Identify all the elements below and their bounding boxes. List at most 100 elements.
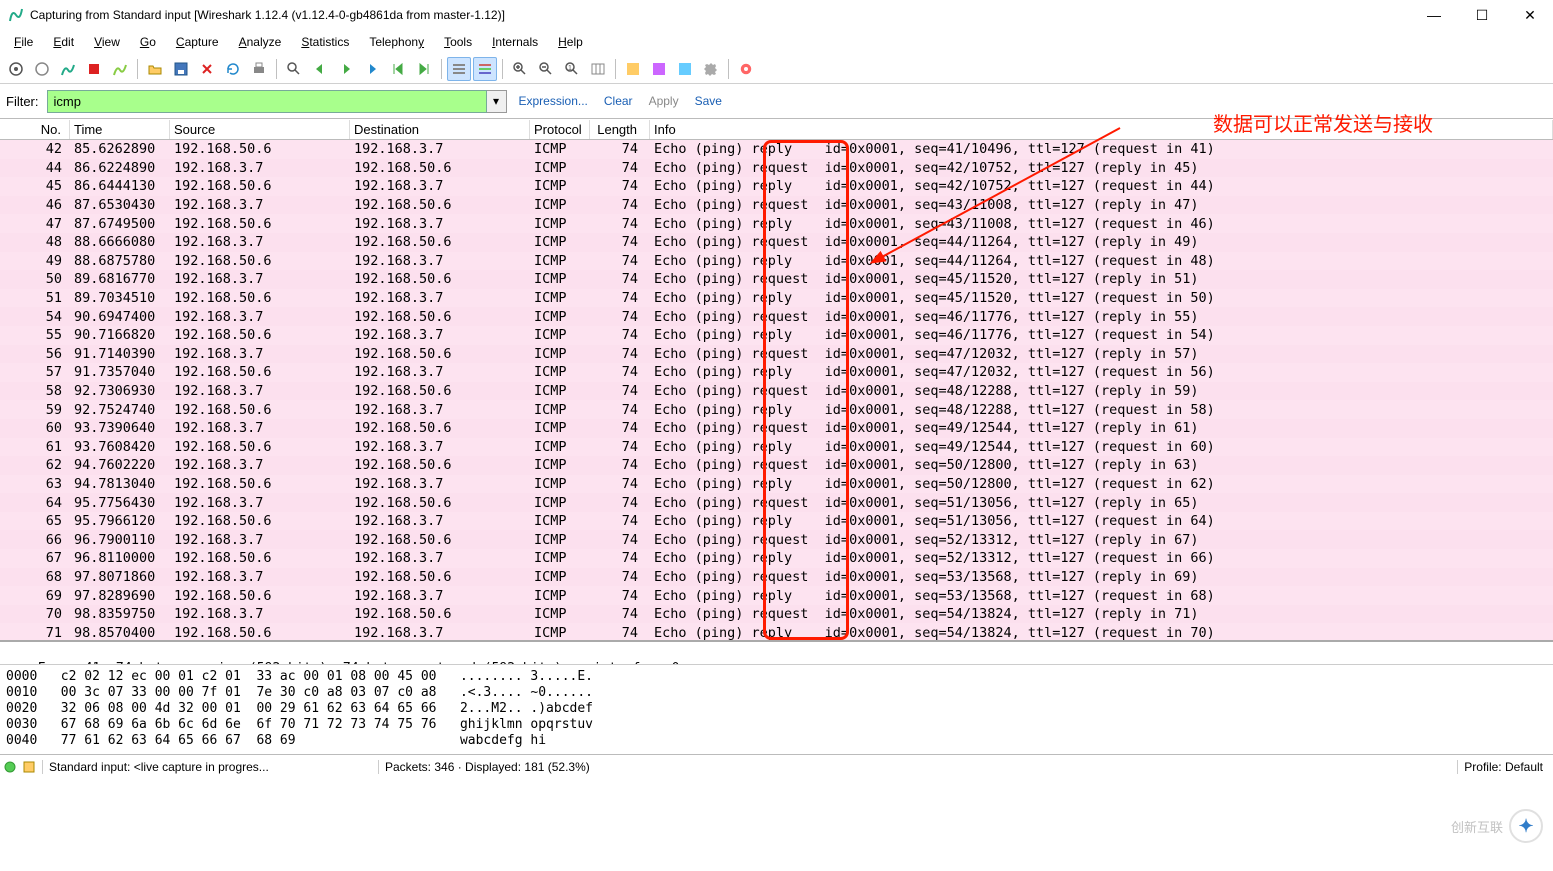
frame-summary: Frame 41: 74 bytes on wire (592 bits), 7… — [38, 661, 680, 664]
app-icon — [8, 7, 24, 23]
menu-statistics[interactable]: Statistics — [291, 33, 359, 51]
watermark: 创新互联 ✦ — [1451, 809, 1543, 843]
hex-dump[interactable]: 0000 c2 02 12 ec 00 01 c2 01 33 ac 00 01… — [0, 664, 1553, 754]
colorize-icon[interactable] — [447, 57, 471, 81]
jump-icon[interactable] — [360, 57, 384, 81]
save-link[interactable]: Save — [691, 94, 726, 108]
packet-row[interactable]: 4285.6262890192.168.50.6192.168.3.7ICMP7… — [0, 140, 1553, 159]
packet-row[interactable]: 5691.7140390192.168.3.7192.168.50.6ICMP7… — [0, 345, 1553, 364]
filter-input[interactable] — [47, 90, 487, 113]
interfaces-icon[interactable] — [4, 57, 28, 81]
back-icon[interactable] — [308, 57, 332, 81]
packet-detail[interactable]: +Frame 41: 74 bytes on wire (592 bits), … — [0, 640, 1553, 664]
packet-row[interactable]: 6294.7602220192.168.3.7192.168.50.6ICMP7… — [0, 456, 1553, 475]
close-file-icon[interactable] — [195, 57, 219, 81]
packet-row[interactable]: 6997.8289690192.168.50.6192.168.3.7ICMP7… — [0, 586, 1553, 605]
svg-text:1: 1 — [568, 65, 572, 72]
packet-row[interactable]: 4988.6875780192.168.50.6192.168.3.7ICMP7… — [0, 252, 1553, 271]
menu-tools[interactable]: Tools — [434, 33, 482, 51]
col-no[interactable]: No. — [0, 120, 70, 139]
packet-row[interactable]: 5590.7166820192.168.50.6192.168.3.7ICMP7… — [0, 326, 1553, 345]
watermark-text: 创新互联 — [1451, 817, 1503, 836]
resize-cols-icon[interactable] — [586, 57, 610, 81]
maximize-button[interactable]: ☐ — [1459, 0, 1505, 30]
col-time[interactable]: Time — [70, 120, 170, 139]
col-source[interactable]: Source — [170, 120, 350, 139]
zoom-out-icon[interactable] — [534, 57, 558, 81]
display-filters-icon[interactable] — [647, 57, 671, 81]
forward-icon[interactable] — [334, 57, 358, 81]
save-icon[interactable] — [169, 57, 193, 81]
packet-row[interactable]: 5189.7034510192.168.50.6192.168.3.7ICMP7… — [0, 289, 1553, 308]
menubar: File Edit View Go Capture Analyze Statis… — [0, 30, 1553, 54]
col-length[interactable]: Length — [590, 120, 650, 139]
goto-first-icon[interactable] — [386, 57, 410, 81]
status-bar: Standard input: <live capture in progres… — [0, 754, 1553, 778]
packet-list[interactable]: 4285.6262890192.168.50.6192.168.3.7ICMP7… — [0, 140, 1553, 640]
goto-last-icon[interactable] — [412, 57, 436, 81]
menu-internals[interactable]: Internals — [482, 33, 548, 51]
zoom-reset-icon[interactable]: 1 — [560, 57, 584, 81]
status-edit-icon[interactable] — [22, 760, 36, 774]
stop-icon[interactable] — [82, 57, 106, 81]
start-icon[interactable] — [56, 57, 80, 81]
packet-row[interactable]: 6696.7900110192.168.3.7192.168.50.6ICMP7… — [0, 530, 1553, 549]
apply-link[interactable]: Apply — [645, 94, 683, 108]
close-button[interactable]: ✕ — [1507, 0, 1553, 30]
status-led-icon — [4, 761, 16, 773]
find-icon[interactable] — [282, 57, 306, 81]
packet-row[interactable]: 7198.8570400192.168.50.6192.168.3.7ICMP7… — [0, 623, 1553, 640]
minimize-button[interactable]: — — [1411, 0, 1457, 30]
titlebar: Capturing from Standard input [Wireshark… — [0, 0, 1553, 30]
packet-row[interactable]: 4787.6749500192.168.50.6192.168.3.7ICMP7… — [0, 214, 1553, 233]
packet-row[interactable]: 4486.6224890192.168.3.7192.168.50.6ICMP7… — [0, 159, 1553, 178]
packet-row[interactable]: 5791.7357040192.168.50.6192.168.3.7ICMP7… — [0, 363, 1553, 382]
packet-row[interactable]: 5490.6947400192.168.3.7192.168.50.6ICMP7… — [0, 307, 1553, 326]
menu-view[interactable]: View — [84, 33, 130, 51]
menu-analyze[interactable]: Analyze — [229, 33, 292, 51]
col-destination[interactable]: Destination — [350, 120, 530, 139]
packet-row[interactable]: 6394.7813040192.168.50.6192.168.3.7ICMP7… — [0, 475, 1553, 494]
expression-link[interactable]: Expression... — [515, 94, 592, 108]
packet-row[interactable]: 6796.8110000192.168.50.6192.168.3.7ICMP7… — [0, 549, 1553, 568]
menu-telephony[interactable]: Telephony — [359, 33, 434, 51]
capture-filters-icon[interactable] — [621, 57, 645, 81]
packet-row[interactable]: 4888.6666080192.168.3.7192.168.50.6ICMP7… — [0, 233, 1553, 252]
packet-row[interactable]: 7098.8359750192.168.3.7192.168.50.6ICMP7… — [0, 605, 1553, 624]
options-icon[interactable] — [30, 57, 54, 81]
open-icon[interactable] — [143, 57, 167, 81]
menu-go[interactable]: Go — [130, 33, 166, 51]
status-profile[interactable]: Profile: Default — [1457, 760, 1549, 774]
status-packets: Packets: 346 · Displayed: 181 (52.3%) — [378, 760, 596, 774]
packet-row[interactable]: 6193.7608420192.168.50.6192.168.3.7ICMP7… — [0, 438, 1553, 457]
prefs-icon[interactable] — [699, 57, 723, 81]
zoom-in-icon[interactable] — [508, 57, 532, 81]
watermark-logo-icon: ✦ — [1509, 809, 1543, 843]
menu-capture[interactable]: Capture — [166, 33, 229, 51]
clear-link[interactable]: Clear — [600, 94, 637, 108]
menu-file[interactable]: File — [4, 33, 43, 51]
help-icon[interactable] — [734, 57, 758, 81]
status-capture: Standard input: <live capture in progres… — [42, 760, 372, 774]
packet-row[interactable]: 4586.6444130192.168.50.6192.168.3.7ICMP7… — [0, 177, 1553, 196]
print-icon[interactable] — [247, 57, 271, 81]
filter-dropdown[interactable]: ▾ — [487, 90, 507, 113]
packet-row[interactable]: 5892.7306930192.168.3.7192.168.50.6ICMP7… — [0, 382, 1553, 401]
packet-row[interactable]: 6595.7966120192.168.50.6192.168.3.7ICMP7… — [0, 512, 1553, 531]
packet-row[interactable]: 6093.7390640192.168.3.7192.168.50.6ICMP7… — [0, 419, 1553, 438]
autoscroll-icon[interactable] — [473, 57, 497, 81]
col-protocol[interactable]: Protocol — [530, 120, 590, 139]
packet-row[interactable]: 6897.8071860192.168.3.7192.168.50.6ICMP7… — [0, 568, 1553, 587]
filter-label: Filter: — [6, 94, 39, 109]
reload-icon[interactable] — [221, 57, 245, 81]
menu-edit[interactable]: Edit — [43, 33, 84, 51]
packet-row[interactable]: 5089.6816770192.168.3.7192.168.50.6ICMP7… — [0, 270, 1553, 289]
window-title: Capturing from Standard input [Wireshark… — [30, 8, 1545, 22]
menu-help[interactable]: Help — [548, 33, 593, 51]
coloring-rules-icon[interactable] — [673, 57, 697, 81]
packet-row[interactable]: 5992.7524740192.168.50.6192.168.3.7ICMP7… — [0, 400, 1553, 419]
packet-row[interactable]: 4687.6530430192.168.3.7192.168.50.6ICMP7… — [0, 196, 1553, 215]
restart-icon[interactable] — [108, 57, 132, 81]
packet-row[interactable]: 6495.7756430192.168.3.7192.168.50.6ICMP7… — [0, 493, 1553, 512]
annotation-text: 数据可以正常发送与接收 — [1213, 108, 1433, 137]
